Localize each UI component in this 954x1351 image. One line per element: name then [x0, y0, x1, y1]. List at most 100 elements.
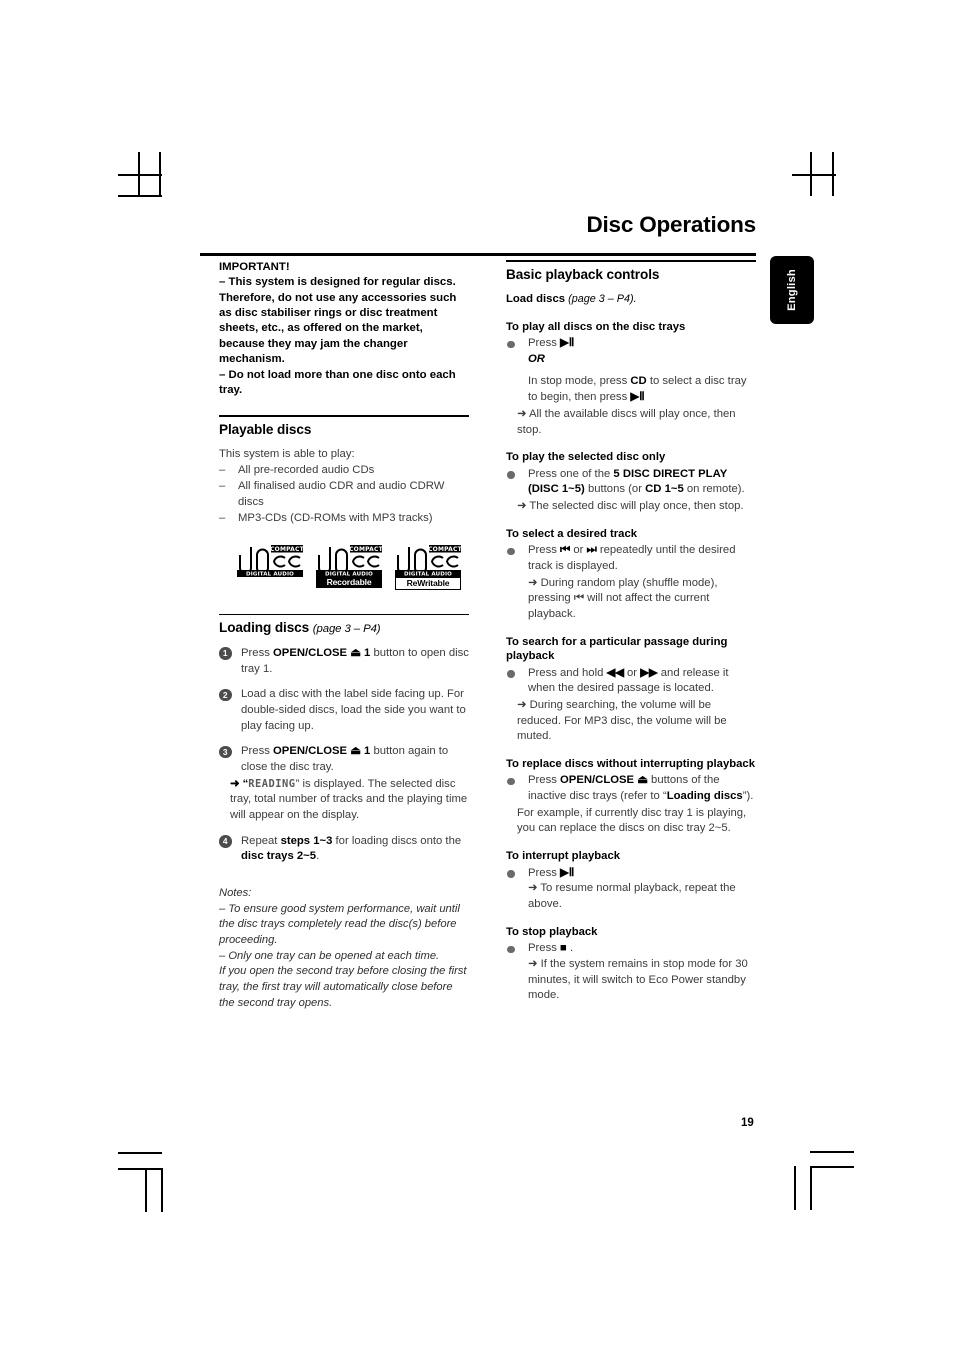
step-text-mid: for loading discs onto the: [332, 834, 462, 847]
line-post: on remote).: [683, 483, 745, 496]
cd-logo-tag-rewritable: ReWritable: [395, 576, 461, 590]
svg-text:COMPACT: COMPACT: [270, 546, 303, 553]
previous-track-icon: ⏮: [560, 544, 571, 557]
crop-mark-bottom-left-h1: [118, 1152, 162, 1154]
step-text-pre: Press: [241, 745, 274, 758]
section-stop-playback: To stop playback Press ■ . ➜ If the syst…: [506, 925, 756, 1004]
list-item: – All pre-recorded audio CDs: [219, 463, 469, 479]
cd-logo-row: COMPACT DIGITAL AUDIO COMPACT DIGITAL AU…: [237, 544, 469, 590]
language-tab-label: English: [786, 269, 798, 311]
playable-discs-title: Playable discs: [219, 421, 312, 437]
loading-discs-section: Loading discs (page 3 – P4) 1 Press OPEN…: [219, 613, 469, 1012]
interrupt-press-line: Press ▶Ⅱ: [528, 866, 756, 882]
playable-discs-list: – All pre-recorded audio CDs – All finalis…: [219, 463, 469, 527]
svg-text:DIGITAL AUDIO: DIGITAL AUDIO: [325, 571, 373, 577]
press-label: Press and hold: [528, 666, 607, 679]
step-bold-2: disc trays 2~5: [241, 850, 317, 863]
bullet-play-all: Press ▶Ⅱ OR In stop mode, press CD to se…: [506, 336, 756, 438]
step-bold: OPEN/CLOSE ⏏ 1: [273, 745, 371, 758]
bullet-search-passage: Press and hold ◀◀ or ▶▶ and release it w…: [506, 666, 756, 745]
play-selected-arrow: ➜ The selected disc will play once, then…: [517, 500, 744, 513]
loading-step-3: 3 Press OPEN/CLOSE ⏏ 1 button again to c…: [219, 744, 469, 823]
loading-discs-divider: [219, 613, 469, 616]
line-post: .: [566, 942, 574, 955]
notes-line-1: – To ensure good system performance, wai…: [219, 902, 460, 947]
section-interrupt-playback: To interrupt playback Press ▶Ⅱ ➜ To resu…: [506, 849, 756, 913]
interrupt-arrow: ➜ To resume normal playback, repeat the …: [528, 882, 736, 910]
crop-mark-top-left-v2: [159, 152, 161, 196]
right-column: Basic playback controls Load discs (page…: [506, 260, 756, 1005]
or-connector: or: [570, 544, 587, 557]
step-number: 4: [219, 835, 232, 848]
compact-disc-digital-audio-logo-icon: COMPACT DIGITAL AUDIO: [237, 544, 303, 590]
select-track-arrow: ➜ During random play (shuffle mode), pre…: [528, 576, 718, 620]
rewind-icon: ◀◀: [606, 666, 624, 679]
step-text-pre: Repeat: [241, 834, 281, 847]
step-text-post-2: .: [316, 850, 320, 863]
stop-icon: ■: [560, 942, 567, 955]
step-text-pre: Press: [241, 646, 274, 659]
crop-mark-top-left-h1: [118, 195, 162, 197]
dash-marker: –: [219, 463, 226, 476]
loading-discs-notes: Notes: – To ensure good system performan…: [219, 886, 469, 1011]
page-title: Disc Operations: [586, 212, 756, 237]
crop-mark-bottom-right-v1: [794, 1166, 796, 1210]
header-divider: [200, 253, 756, 256]
crop-mark-bottom-right-v2: [810, 1166, 812, 1210]
search-passage-line: Press and hold ◀◀ or ▶▶ and release it w…: [528, 666, 756, 697]
crop-mark-top-right-v1: [810, 152, 812, 196]
svg-text:DIGITAL AUDIO: DIGITAL AUDIO: [246, 571, 294, 577]
loading-discs-ref: Loading discs: [666, 790, 743, 803]
loading-step-3-text: Press OPEN/CLOSE ⏏ 1 button again to clo…: [241, 744, 469, 775]
basic-playback-divider: [506, 260, 756, 262]
crop-mark-top-left-v1: [138, 152, 140, 196]
compact-disc-recordable-logo-icon: COMPACT DIGITAL AUDIO Recordable: [316, 544, 382, 590]
crop-mark-bottom-right-h2: [810, 1166, 854, 1168]
heading-select-track: To select a desired track: [506, 527, 638, 540]
notes-line-2: – Only one tray can be opened at each ti…: [219, 949, 440, 962]
page-number: 19: [741, 1117, 754, 1129]
playable-item-1: All pre-recorded audio CDs: [238, 463, 375, 476]
playable-item-3: MP3-CDs (CD-ROMs with MP3 tracks): [238, 511, 433, 524]
or-label: OR: [528, 352, 545, 365]
step-number: 2: [219, 688, 232, 702]
heading-play-all-discs: To play all discs on the disc trays: [506, 320, 686, 333]
compact-disc-rewritable-logo-icon: COMPACT DIGITAL AUDIO ReWritable: [395, 544, 461, 590]
stop-arrow: ➜ If the system remains in stop mode for…: [528, 957, 748, 1002]
arrow-marker: ➜ “: [230, 777, 249, 790]
replace-discs-line: Press OPEN/CLOSE ⏏ buttons of the inacti…: [528, 773, 756, 804]
loading-step-1: 1 Press OPEN/CLOSE ⏏ 1 button to open di…: [219, 646, 469, 677]
cd-remote-label: CD 1~5: [645, 483, 684, 496]
stop-press-line: Press ■ .: [528, 941, 756, 957]
crop-mark-bottom-right-h1: [810, 1151, 854, 1153]
playable-discs-section: Playable discs This system is able to pl…: [219, 415, 469, 590]
bullet-stop-playback: Press ■ . ➜ If the system remains in sto…: [506, 941, 756, 1004]
line-mid: buttons (or: [584, 483, 646, 496]
playable-item-2: All finalised audio CDR and audio CDRW d…: [238, 479, 445, 508]
play-all-press-line: Press ▶Ⅱ: [528, 336, 756, 352]
section-play-all-discs: To play all discs on the disc trays Pres…: [506, 320, 756, 439]
dash-marker: –: [219, 511, 226, 524]
step-bold: steps 1~3: [280, 834, 333, 847]
bullet-interrupt-playback: Press ▶Ⅱ ➜ To resume normal playback, re…: [506, 866, 756, 913]
step-number: 3: [219, 745, 232, 759]
bullet-dot-icon: [507, 340, 515, 349]
play-all-arrow: ➜ All the available discs will play once…: [517, 407, 736, 436]
important-block: IMPORTANT! – This system is designed for…: [219, 260, 469, 398]
section-search-passage: To search for a particular passage durin…: [506, 635, 756, 745]
heading-stop-playback: To stop playback: [506, 925, 598, 938]
press-label: Press: [528, 942, 561, 955]
list-item: – MP3-CDs (CD-ROMs with MP3 tracks): [219, 511, 469, 527]
press-label: Press: [528, 337, 561, 350]
play-pause-icon: ▶Ⅱ: [560, 337, 575, 350]
crop-mark-bottom-left-v1: [145, 1168, 147, 1212]
list-item: – All finalised audio CDR and audio CDRW …: [219, 479, 469, 511]
playable-discs-intro: This system is able to play:: [219, 448, 355, 461]
important-line-1: – This system is designed for regular di…: [219, 276, 457, 365]
heading-play-selected-disc: To play the selected disc only: [506, 451, 666, 464]
playable-discs-divider: [219, 415, 469, 417]
loading-step-4-text: Repeat steps 1~3 for loading discs onto …: [241, 834, 469, 865]
bullet-replace-discs: Press OPEN/CLOSE ⏏ buttons of the inacti…: [506, 773, 756, 837]
press-label: Press: [528, 774, 561, 787]
next-track-icon: ⏭: [586, 544, 597, 557]
